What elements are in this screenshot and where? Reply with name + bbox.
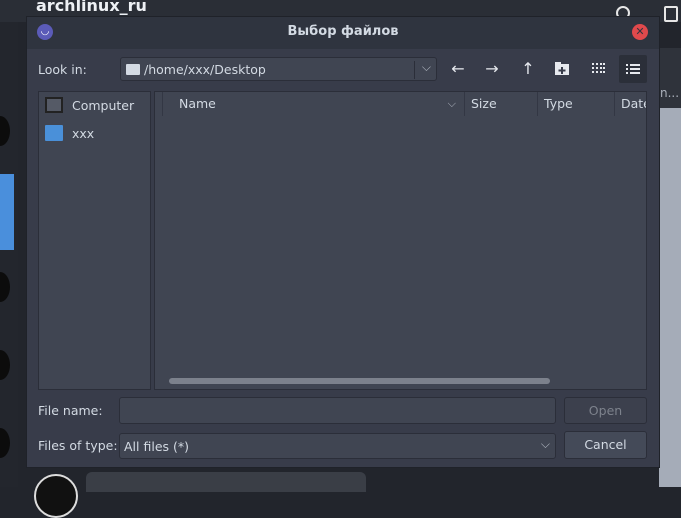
selected-chat-indicator (0, 174, 14, 250)
sort-indicator-icon: ⌵ (447, 97, 456, 110)
cancel-button[interactable]: Cancel (564, 431, 647, 459)
close-button[interactable]: ✕ (632, 24, 648, 40)
column-header-size[interactable]: Size (465, 92, 538, 116)
horizontal-scrollbar[interactable] (169, 378, 550, 384)
files-of-type-label: Files of type: (38, 438, 118, 453)
file-type-value: All files (*) (124, 439, 189, 454)
file-list[interactable]: Name ⌵ Size Type Date (154, 91, 647, 390)
new-folder-icon (555, 62, 569, 75)
look-in-path: /home/xxx/Desktop (144, 62, 266, 77)
file-dialog: ◡ Выбор файлов ✕ Look in: /home/xxx/Desk… (26, 16, 660, 468)
folder-icon (126, 64, 140, 75)
message-bubble (86, 472, 366, 492)
computer-icon (45, 97, 63, 113)
chevron-down-icon: ⌵ (421, 60, 431, 74)
background-chat-list (0, 22, 18, 487)
forward-icon: → (485, 59, 499, 78)
sidebar-item-label: Computer (72, 98, 135, 113)
message-avatar[interactable] (34, 474, 78, 518)
forward-button[interactable]: → (478, 55, 506, 83)
file-list-header: Name ⌵ Size Type Date (155, 92, 646, 116)
list-view-icon (626, 64, 640, 74)
column-header-label: Name (179, 96, 216, 111)
background-channel-title: archlinux_ru (36, 0, 147, 15)
places-sidebar: Computer xxx (38, 91, 151, 390)
file-name-input[interactable] (119, 397, 556, 424)
chevron-down-icon: ⌵ (540, 437, 550, 451)
dialog-titlebar: ◡ Выбор файлов ✕ (27, 17, 659, 49)
column-header-name[interactable]: Name ⌵ (173, 92, 465, 116)
sidebar-item-label: xxx (72, 126, 95, 141)
icon-view-icon (592, 63, 605, 73)
window-icon[interactable] (664, 6, 678, 22)
look-in-combo[interactable]: /home/xxx/Desktop ⌵ (120, 57, 437, 81)
open-button[interactable]: Open (564, 397, 647, 424)
background-partial-text: n... (660, 86, 680, 100)
background-message-area (659, 48, 681, 487)
sidebar-item-computer[interactable]: Computer (45, 95, 145, 117)
file-type-combo[interactable]: All files (*) ⌵ (119, 433, 556, 459)
new-folder-button[interactable] (548, 55, 576, 83)
icon-view-button[interactable] (584, 55, 612, 83)
column-header-date[interactable]: Date (615, 92, 646, 116)
parent-directory-button[interactable]: ↑ (514, 55, 542, 83)
back-icon: ← (451, 59, 465, 78)
folder-icon (45, 125, 63, 141)
up-icon: ↑ (521, 59, 535, 78)
list-view-button[interactable] (619, 55, 647, 83)
look-in-label: Look in: (38, 62, 87, 77)
back-button[interactable]: ← (444, 55, 472, 83)
file-name-label: File name: (38, 403, 103, 418)
combo-divider (414, 61, 415, 79)
column-header-type[interactable]: Type (538, 92, 615, 116)
header-spacer (155, 92, 163, 116)
sidebar-item-home[interactable]: xxx (45, 123, 145, 145)
dialog-title: Выбор файлов (287, 24, 399, 39)
